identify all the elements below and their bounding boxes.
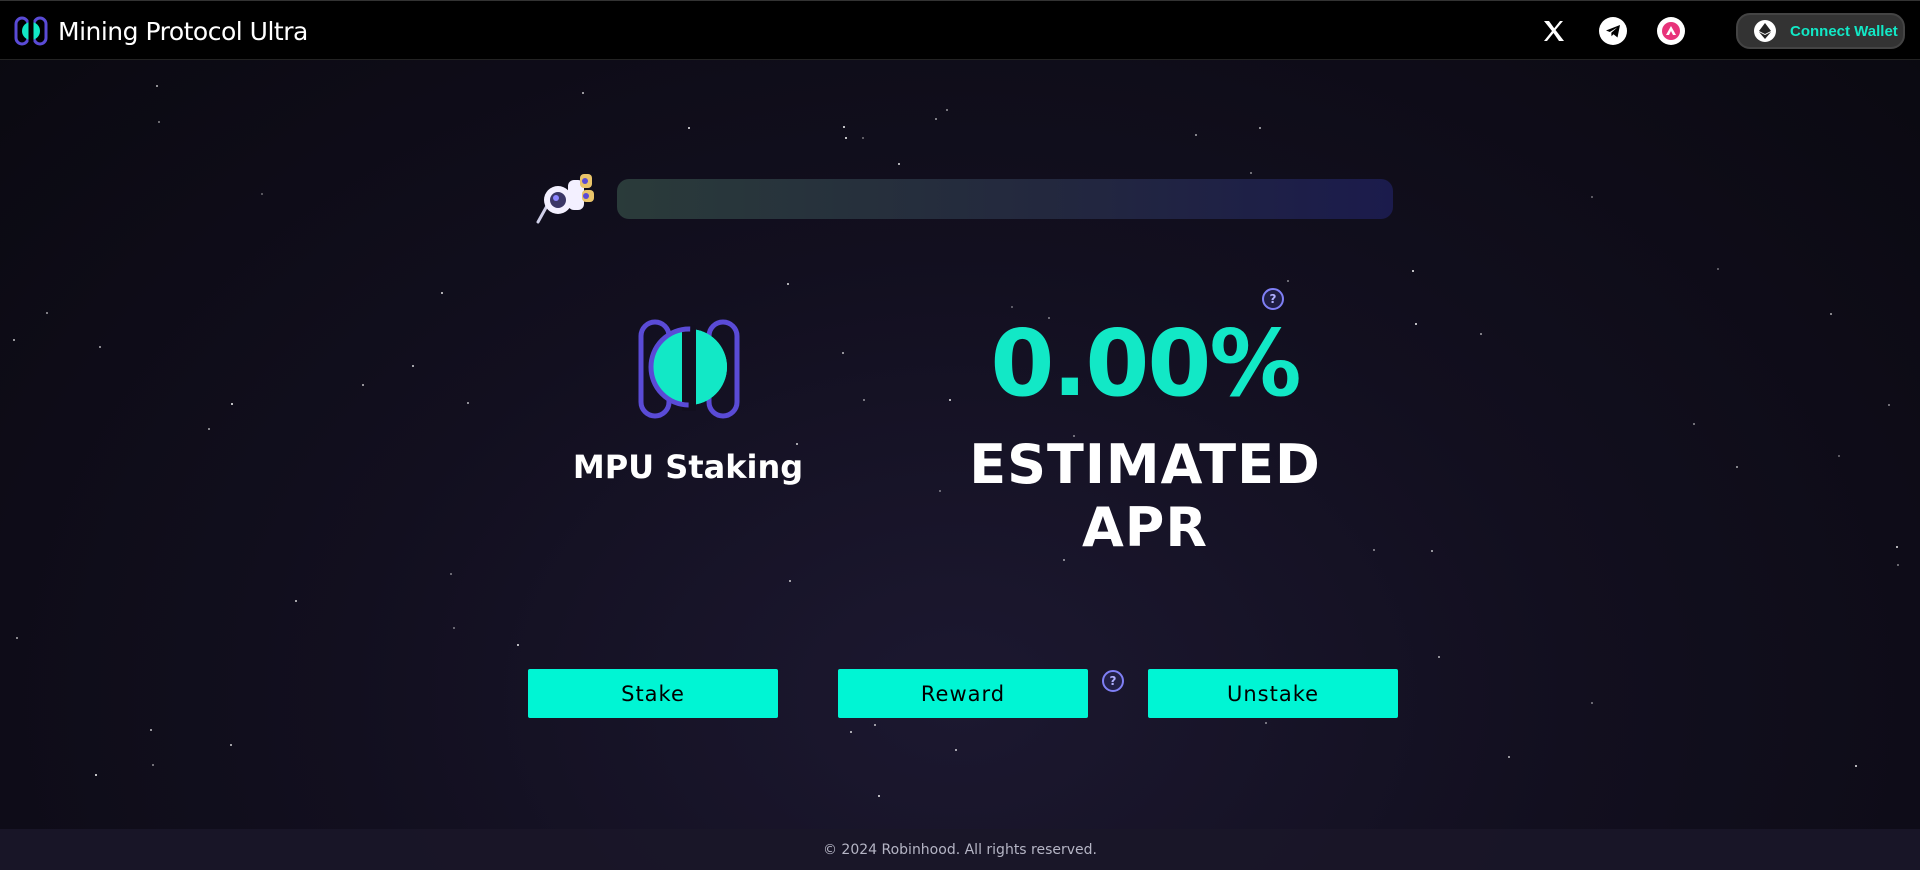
- connect-wallet-label: Connect Wallet: [1790, 22, 1898, 40]
- star: [955, 749, 957, 751]
- star: [843, 126, 845, 128]
- apr-value: 0.00%: [990, 310, 1301, 417]
- community-social-link[interactable]: [1657, 17, 1685, 45]
- telegram-social-link[interactable]: [1599, 17, 1627, 45]
- ethereum-icon: [1754, 20, 1776, 42]
- star: [261, 193, 263, 195]
- star: [1693, 423, 1695, 425]
- mpu-logo-icon: [638, 319, 740, 419]
- star: [441, 292, 443, 294]
- reward-button[interactable]: Reward: [838, 669, 1088, 718]
- star: [152, 764, 154, 766]
- star: [1412, 270, 1414, 272]
- star: [230, 744, 232, 746]
- star: [1855, 765, 1857, 767]
- star: [1415, 323, 1417, 325]
- telegram-icon: [1606, 25, 1620, 38]
- community-icon: [1662, 22, 1680, 40]
- brand[interactable]: Mining Protocol Ultra: [14, 15, 308, 47]
- star: [898, 163, 900, 165]
- connect-wallet-button[interactable]: Connect Wallet: [1736, 13, 1905, 49]
- star: [796, 443, 798, 445]
- star: [1897, 564, 1899, 566]
- star: [787, 283, 789, 285]
- x-social-link[interactable]: [1540, 17, 1568, 45]
- star: [453, 627, 455, 629]
- apr-help-icon[interactable]: ?: [1262, 288, 1284, 310]
- footer-copyright: © 2024 Robinhood. All rights reserved.: [822, 841, 1098, 858]
- star: [582, 92, 584, 94]
- star: [949, 399, 951, 401]
- star: [467, 402, 469, 404]
- brand-logo-icon: [14, 16, 48, 46]
- top-navbar: Mining Protocol Ultra Connect Wallet: [0, 0, 1920, 60]
- star: [1838, 455, 1840, 457]
- brand-name: Mining Protocol Ultra: [58, 16, 308, 46]
- star: [1830, 313, 1832, 315]
- star: [95, 774, 97, 776]
- x-icon: [1544, 21, 1564, 41]
- staking-progress-bar: [617, 179, 1393, 219]
- star: [156, 85, 158, 87]
- star: [208, 428, 210, 430]
- star: [231, 403, 233, 405]
- star: [850, 731, 852, 733]
- star: [1011, 306, 1013, 308]
- star: [13, 339, 15, 341]
- star: [842, 352, 844, 354]
- star: [1888, 404, 1890, 406]
- star: [863, 399, 865, 401]
- star: [1259, 127, 1261, 129]
- star: [1591, 702, 1593, 704]
- stake-button[interactable]: Stake: [528, 669, 778, 718]
- star: [412, 365, 414, 367]
- star: [878, 795, 880, 797]
- apr-label: ESTIMATED APR: [969, 433, 1321, 559]
- star: [1063, 559, 1065, 561]
- star: [874, 724, 876, 726]
- star: [1480, 333, 1482, 335]
- reward-help-icon[interactable]: ?: [1102, 670, 1124, 692]
- star: [450, 573, 452, 575]
- star: [517, 644, 519, 646]
- star: [935, 118, 937, 120]
- star: [1265, 722, 1267, 724]
- star: [1508, 756, 1510, 758]
- star: [16, 637, 18, 639]
- star: [845, 137, 847, 139]
- star: [1736, 466, 1738, 468]
- star: [1195, 134, 1197, 136]
- star: [150, 729, 152, 731]
- star: [946, 109, 948, 111]
- star: [1438, 656, 1440, 658]
- star: [688, 127, 690, 129]
- star: [158, 121, 160, 123]
- star: [1896, 546, 1898, 548]
- unstake-button[interactable]: Unstake: [1148, 669, 1398, 718]
- star: [295, 600, 297, 602]
- star: [1431, 550, 1433, 552]
- star: [789, 580, 791, 582]
- staking-title: MPU Staking: [572, 448, 804, 486]
- footer: © 2024 Robinhood. All rights reserved.: [0, 829, 1920, 870]
- star: [1287, 280, 1289, 282]
- star: [862, 137, 864, 139]
- star: [99, 346, 101, 348]
- astronaut-icon: [536, 174, 594, 224]
- star: [1717, 268, 1719, 270]
- star: [1250, 172, 1252, 174]
- star: [1591, 196, 1593, 198]
- star: [46, 312, 48, 314]
- star: [362, 384, 364, 386]
